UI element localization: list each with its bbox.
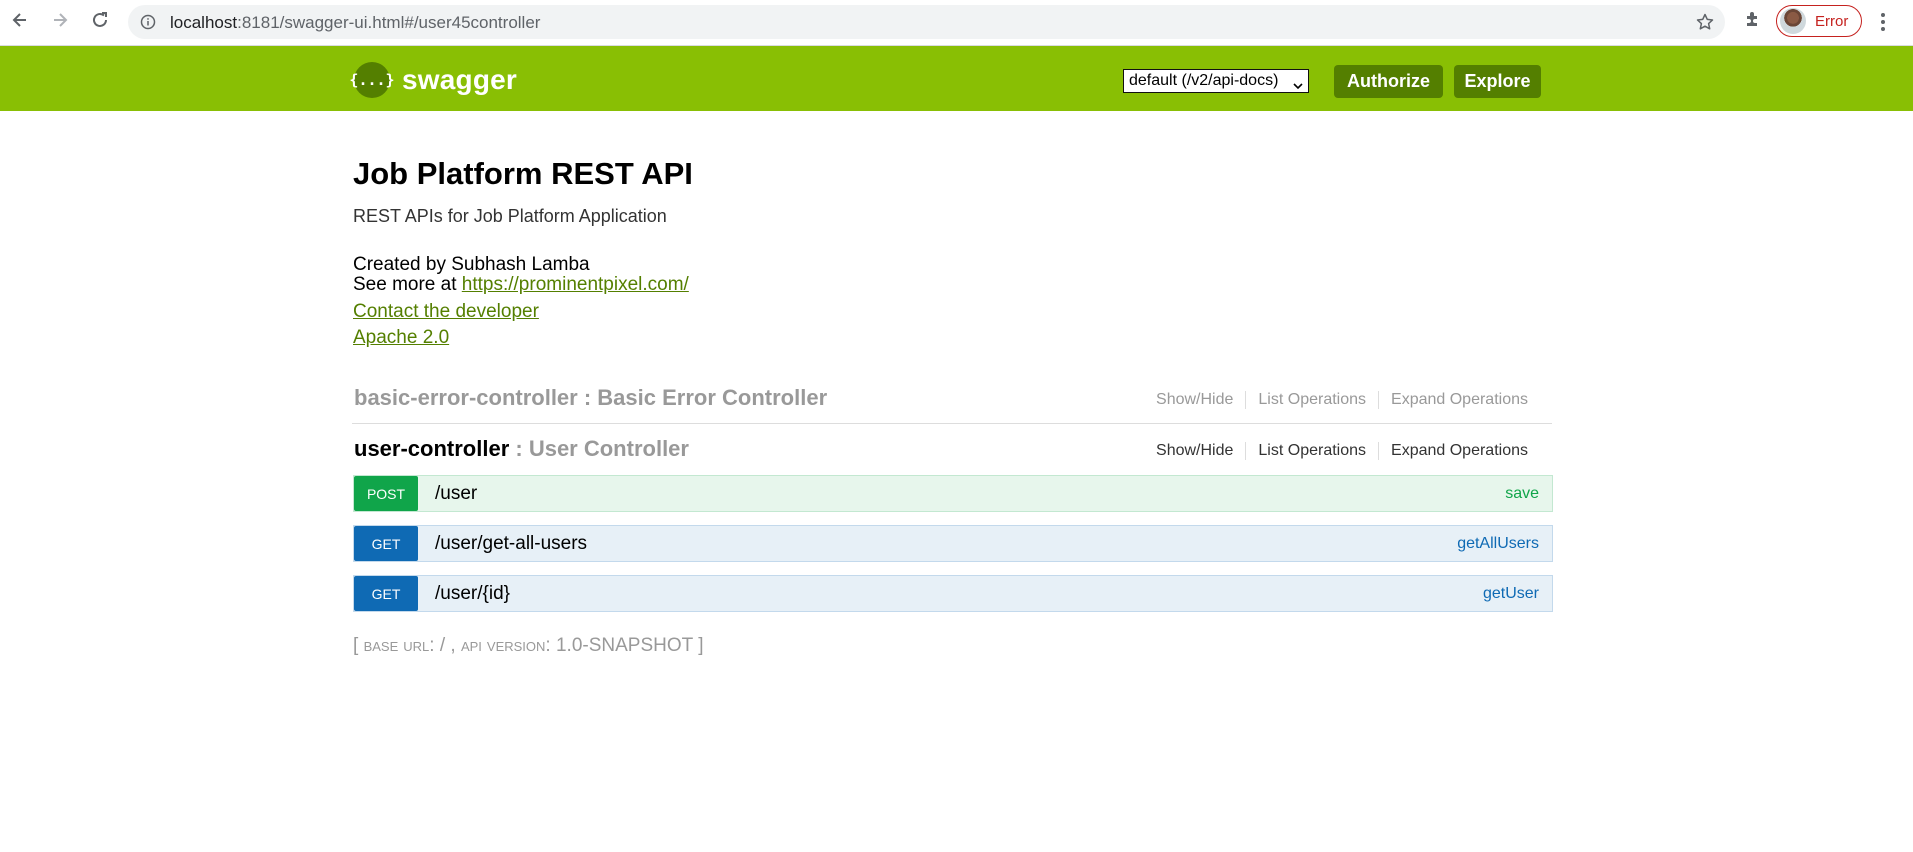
avatar (1780, 8, 1806, 34)
created-by-text: Created by Subhash Lamba (353, 254, 590, 275)
resource-divider (352, 423, 1552, 424)
explore-button[interactable]: Explore (1454, 65, 1541, 98)
api-title: Job Platform REST API (353, 156, 693, 191)
http-method-badge[interactable]: GET (354, 576, 418, 611)
resource-heading: user-controller : User Controller Show/H… (354, 436, 1553, 474)
swagger-logo-icon: {...} (349, 62, 395, 98)
authorize-button[interactable]: Authorize (1334, 65, 1443, 98)
see-more-line: See more at https://prominentpixel.com/ (353, 274, 689, 296)
profile-error-chip[interactable]: Error (1776, 5, 1862, 37)
resource-description: Basic Error Controller (597, 385, 828, 410)
list-operations-link[interactable]: List Operations (1245, 442, 1378, 460)
operation-path[interactable]: /user (435, 483, 477, 505)
operation-get-user[interactable]: GET /user/{id} getUser (353, 575, 1553, 612)
api-version-value: : 1.0-SNAPSHOT (545, 635, 699, 656)
extensions-puzzle-icon[interactable] (1743, 10, 1763, 35)
url-path: :8181/swagger-ui.html#/user45controller (237, 13, 541, 32)
back-icon[interactable] (8, 8, 32, 32)
resource-title[interactable]: user-controller : User Controller (354, 436, 689, 462)
footer-open-bracket: [ (353, 635, 364, 656)
license-line: Apache 2.0 (353, 327, 449, 349)
base-url-label: base url (363, 635, 430, 655)
resource-title[interactable]: basic-error-controller : Basic Error Con… (354, 385, 827, 411)
resource-separator: : (577, 385, 598, 410)
operation-post-user[interactable]: POST /user save (353, 475, 1553, 512)
api-footer: [ base url: / , api version: 1.0-SNAPSHO… (353, 635, 703, 657)
resource-description: User Controller (528, 436, 689, 461)
url-host: localhost (170, 13, 238, 32)
see-more-link[interactable]: https://prominentpixel.com/ (462, 274, 689, 295)
base-url-value: : / , (429, 635, 461, 656)
resource-user-controller: user-controller : User Controller Show/H… (354, 436, 1553, 474)
show-hide-link[interactable]: Show/Hide (1144, 391, 1245, 409)
swagger-logo-text: swagger (402, 64, 517, 95)
more-menu-icon[interactable] (1880, 12, 1886, 37)
contact-developer-link[interactable]: Contact the developer (353, 301, 539, 322)
operation-nickname[interactable]: save (1505, 485, 1539, 503)
swagger-logo[interactable]: {...} swagger (349, 62, 517, 98)
resource-name: basic-error-controller (354, 385, 578, 410)
browser-toolbar: localhost:8181/swagger-ui.html#/user45co… (0, 0, 1913, 46)
license-link[interactable]: Apache 2.0 (353, 327, 449, 348)
resource-heading: basic-error-controller : Basic Error Con… (354, 385, 1553, 423)
resource-name: user-controller (354, 436, 510, 461)
site-info-icon[interactable] (140, 14, 156, 35)
api-description: REST APIs for Job Platform Application (353, 206, 667, 226)
swagger-header: {...} swagger default (/v2/api-docs) Aut… (0, 46, 1913, 111)
reload-icon[interactable] (88, 8, 112, 32)
resource-basic-error-controller: basic-error-controller : Basic Error Con… (354, 385, 1553, 423)
url-text[interactable]: localhost:8181/swagger-ui.html#/user45co… (170, 13, 540, 33)
operation-nickname[interactable]: getAllUsers (1457, 535, 1539, 553)
api-spec-select[interactable]: default (/v2/api-docs) (1123, 69, 1309, 93)
operation-path[interactable]: /user/get-all-users (435, 533, 587, 555)
expand-operations-link[interactable]: Expand Operations (1378, 391, 1540, 409)
profile-status-label: Error (1815, 12, 1849, 30)
expand-operations-link[interactable]: Expand Operations (1378, 442, 1540, 460)
resource-options: Show/Hide List Operations Expand Operati… (1144, 442, 1540, 460)
forward-icon[interactable] (48, 8, 72, 32)
http-method-badge[interactable]: POST (354, 476, 418, 511)
contact-developer-line: Contact the developer (353, 301, 539, 323)
show-hide-link[interactable]: Show/Hide (1144, 442, 1245, 460)
footer-close-bracket: ] (698, 635, 704, 656)
resource-options: Show/Hide List Operations Expand Operati… (1144, 391, 1540, 409)
address-bar[interactable]: localhost:8181/swagger-ui.html#/user45co… (128, 5, 1725, 39)
see-more-prefix: See more at (353, 274, 462, 295)
http-method-badge[interactable]: GET (354, 526, 418, 561)
resource-separator: : (509, 436, 529, 461)
chevron-down-icon (1293, 76, 1303, 98)
api-version-label: api version (460, 635, 546, 655)
list-operations-link[interactable]: List Operations (1245, 391, 1378, 409)
operation-nickname[interactable]: getUser (1483, 585, 1539, 603)
operation-path[interactable]: /user/{id} (435, 583, 510, 605)
operation-get-all-users[interactable]: GET /user/get-all-users getAllUsers (353, 525, 1553, 562)
bookmark-star-icon[interactable] (1695, 12, 1715, 37)
api-spec-select-value: default (/v2/api-docs) (1129, 72, 1279, 89)
